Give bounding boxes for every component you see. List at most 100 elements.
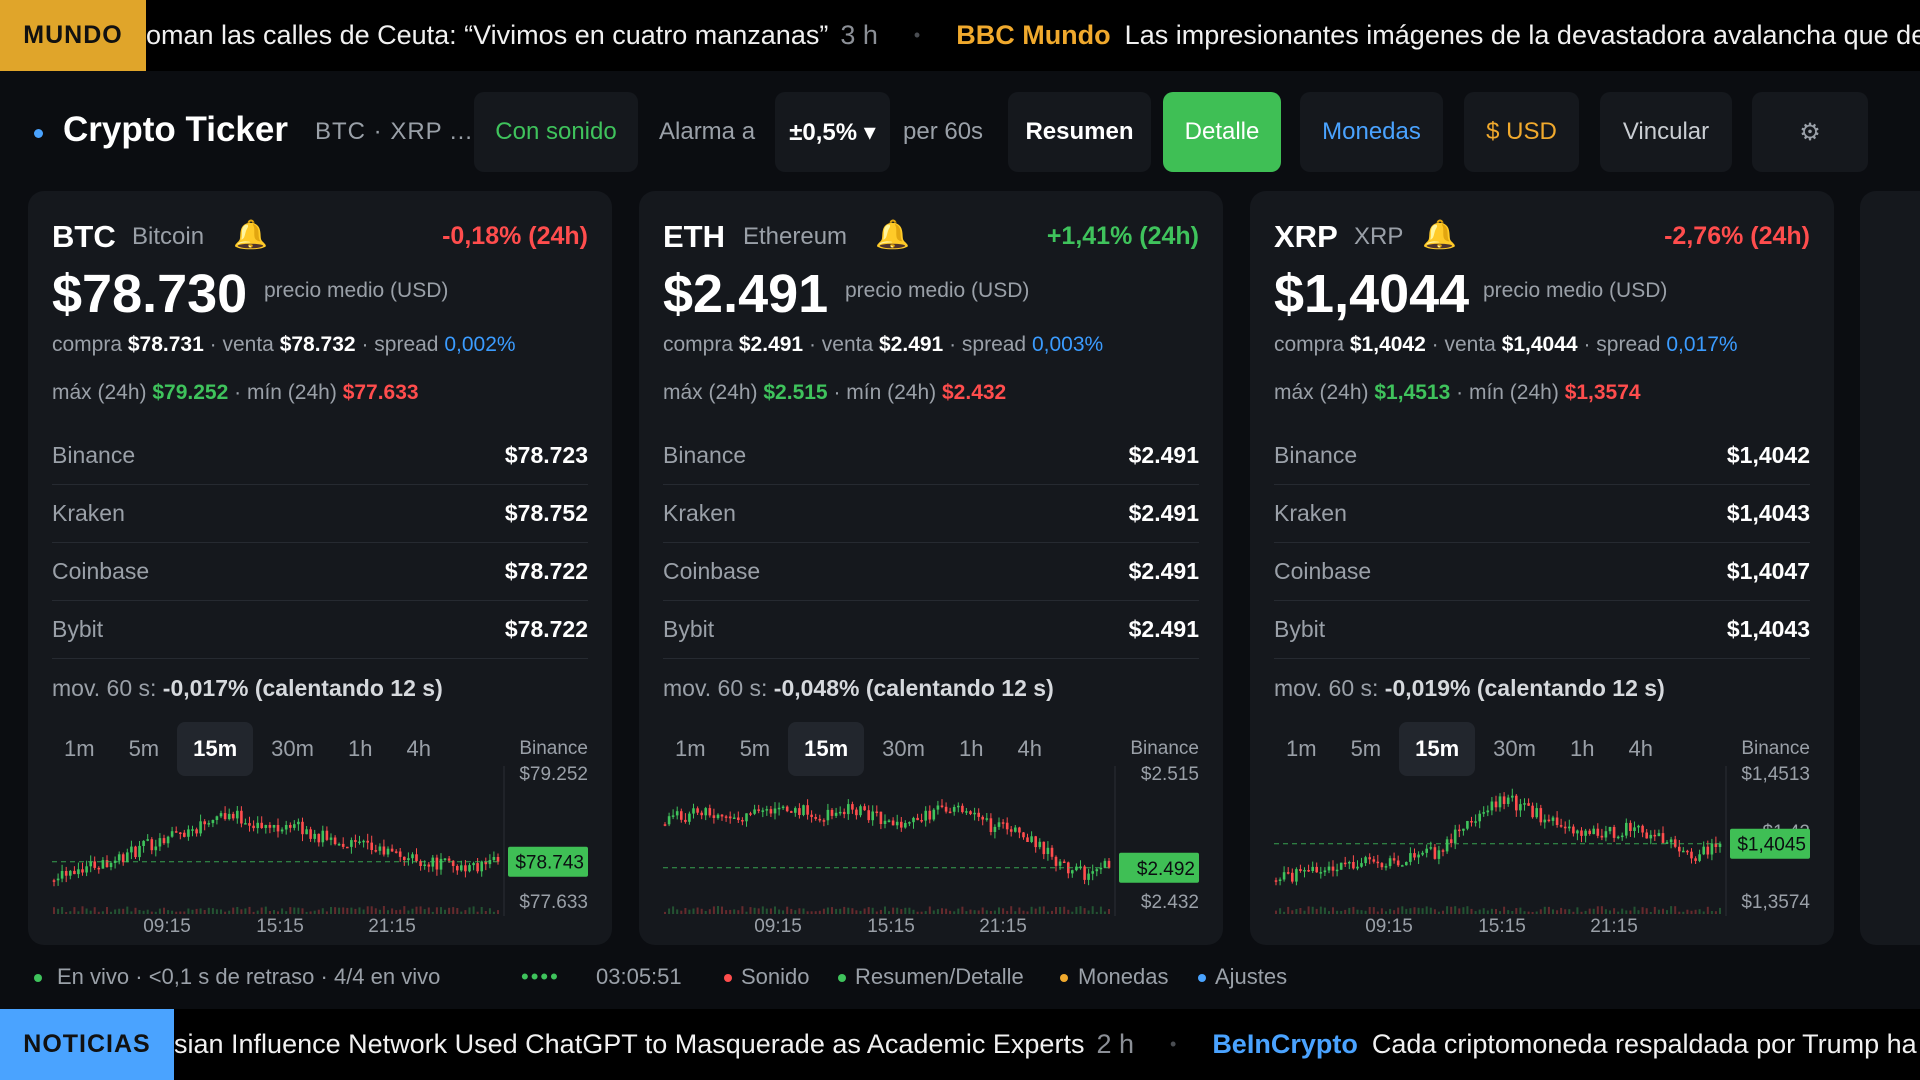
legend-settings: Ajustes bbox=[1215, 964, 1288, 989]
candle-body bbox=[146, 839, 149, 841]
volume-bar bbox=[1340, 911, 1343, 914]
candle-body bbox=[1572, 826, 1575, 834]
x-axis-label: 09:15 bbox=[754, 916, 802, 936]
exchange-price: $2.491 bbox=[1128, 442, 1199, 468]
candle-body bbox=[64, 871, 68, 876]
candle-body bbox=[794, 808, 797, 813]
volume-bar bbox=[273, 910, 275, 914]
volume-bar bbox=[761, 906, 764, 914]
volume-bar bbox=[85, 908, 88, 914]
news-headline[interactable]: Cada criptomoneda respaldada por Trump h… bbox=[1372, 1029, 1920, 1060]
volume-bar bbox=[953, 911, 956, 914]
candle-body bbox=[1678, 846, 1681, 852]
bell-icon[interactable]: 🔔 bbox=[875, 218, 910, 251]
volume-bar bbox=[1560, 907, 1563, 914]
sound-toggle-button[interactable]: Con sonido bbox=[474, 92, 638, 172]
bottom-news-ticker[interactable]: NOTICIAS sian Influence Network Used Cha… bbox=[0, 1009, 1920, 1080]
candle-body bbox=[1686, 850, 1689, 853]
candle-body bbox=[997, 822, 1001, 827]
candle-body bbox=[1401, 865, 1404, 867]
exchange-price: $2.491 bbox=[1128, 616, 1199, 642]
candle-body bbox=[297, 821, 300, 825]
coins-button[interactable]: Monedas bbox=[1300, 92, 1443, 172]
candle-body bbox=[993, 826, 997, 832]
volume-bar bbox=[224, 911, 227, 914]
volume-bar bbox=[252, 911, 255, 914]
volume-bar bbox=[843, 906, 846, 914]
candle-body bbox=[1315, 866, 1318, 873]
candle-body bbox=[472, 863, 475, 866]
volume-bar bbox=[1380, 908, 1383, 914]
alarm-threshold-select[interactable]: ±0,5% ▾ bbox=[775, 92, 890, 172]
exchange-table: Binance $78.723 Kraken $78.752 Coinbase … bbox=[52, 427, 588, 659]
candle-body bbox=[1519, 804, 1522, 811]
bell-icon[interactable]: 🔔 bbox=[1422, 218, 1457, 251]
volume-bar bbox=[1686, 909, 1689, 914]
settings-button[interactable]: ⚙ bbox=[1752, 92, 1868, 172]
news-headline[interactable]: sian Influence Network Used ChatGPT to M… bbox=[174, 1029, 1084, 1060]
candle-body bbox=[305, 829, 308, 835]
price-chart[interactable]: $2.515$2.460$2.432$2.49209:1515:1521:15 bbox=[663, 766, 1199, 936]
volume-bar bbox=[1372, 907, 1375, 914]
volume-bar bbox=[146, 909, 149, 914]
detail-button[interactable]: Detalle bbox=[1163, 92, 1281, 172]
volume-bar bbox=[1103, 911, 1106, 914]
volume-bar bbox=[1002, 908, 1005, 914]
volume-bar bbox=[1356, 909, 1359, 914]
price-note: precio medio (USD) bbox=[264, 279, 449, 302]
volume-bar bbox=[407, 910, 410, 914]
y-axis-label: $79.252 bbox=[519, 766, 588, 785]
candle-body bbox=[928, 810, 932, 820]
exchange-price: $1,4042 bbox=[1726, 442, 1810, 468]
x-axis-label: 21:15 bbox=[368, 916, 416, 936]
top-news-ticker[interactable]: MUNDO oman las calles de Ceuta: “Vivimos… bbox=[0, 0, 1920, 71]
volume-bar bbox=[708, 909, 711, 914]
volume-bar bbox=[1279, 908, 1282, 914]
link-button[interactable]: Vincular bbox=[1600, 92, 1732, 172]
currency-button[interactable]: $ USD bbox=[1464, 92, 1579, 172]
volume-bar bbox=[814, 911, 817, 914]
news-headline[interactable]: Las impresionantes imágenes de la devast… bbox=[1125, 20, 1920, 51]
volume-bar bbox=[81, 906, 84, 914]
candle-body bbox=[256, 822, 259, 829]
bell-icon[interactable]: 🔔 bbox=[233, 218, 268, 251]
volume-bar bbox=[908, 907, 911, 914]
volume-bar bbox=[1311, 906, 1314, 914]
candle-body bbox=[117, 854, 121, 861]
volume-bar bbox=[1063, 906, 1066, 914]
volume-bar bbox=[163, 907, 165, 914]
volume-bar bbox=[712, 906, 715, 914]
candle-body bbox=[1286, 872, 1290, 874]
live-indicator-dot bbox=[34, 129, 43, 138]
exchange-row: Bybit $78.722 bbox=[52, 601, 588, 659]
price-chart[interactable]: $1,4513$1,42$1,3887$1,3574$1,404509:1515… bbox=[1274, 766, 1810, 936]
y-axis-label: $2.432 bbox=[1141, 892, 1199, 913]
volume-bar bbox=[65, 912, 68, 914]
volume-bar bbox=[77, 911, 80, 914]
candle-body bbox=[1075, 866, 1078, 871]
news-headline[interactable]: oman las calles de Ceuta: “Vivimos en cu… bbox=[146, 20, 828, 51]
volume-bar bbox=[464, 910, 467, 914]
volume-bar bbox=[1442, 910, 1444, 914]
candle-body bbox=[244, 823, 247, 825]
volume-bar bbox=[154, 911, 157, 914]
summary-button[interactable]: Resumen bbox=[1008, 92, 1151, 172]
volume-bar bbox=[1604, 909, 1607, 914]
volume-bar bbox=[798, 908, 801, 914]
volume-bar bbox=[301, 908, 304, 914]
candle-body bbox=[871, 811, 874, 821]
volume-bar bbox=[1633, 906, 1636, 914]
volume-bar bbox=[191, 909, 194, 914]
volume-bar bbox=[1657, 909, 1660, 914]
volume-bar bbox=[1421, 908, 1424, 914]
live-status-text: En vivo · <0,1 s de retraso · 4/4 en viv… bbox=[57, 964, 441, 989]
price-chart[interactable]: $79.252$78.172$77.633$78.74309:1515:1521… bbox=[52, 766, 588, 936]
volume-bar bbox=[220, 909, 222, 914]
spread-value: 0,002% bbox=[444, 333, 516, 356]
volume-bar bbox=[256, 910, 259, 914]
candle-body bbox=[227, 813, 231, 820]
candle-body bbox=[1376, 861, 1380, 864]
exchange-name: Binance bbox=[1274, 442, 1358, 468]
volume-bar bbox=[1499, 911, 1501, 914]
candle-body bbox=[1405, 862, 1408, 866]
